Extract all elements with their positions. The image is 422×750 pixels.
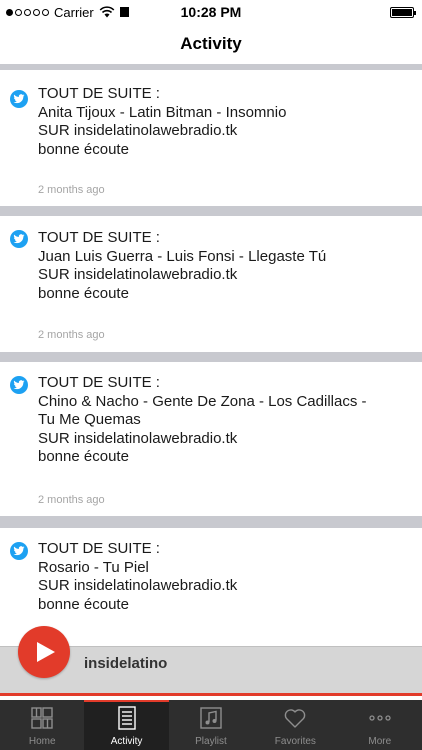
tab-more[interactable]: More	[338, 700, 422, 750]
twitter-icon	[10, 376, 28, 394]
tweet-text: TOUT DE SUITE : Rosario - Tu Piel SUR in…	[38, 540, 238, 613]
page-title: Activity	[180, 34, 242, 53]
music-note-icon	[200, 707, 222, 729]
tweet-text: TOUT DE SUITE : Chino & Nacho - Gente De…	[38, 374, 367, 465]
feed-item[interactable]: TOUT DE SUITE : Juan Luis Guerra - Luis …	[0, 216, 422, 352]
tab-home[interactable]: Home	[0, 700, 84, 750]
stop-icon	[119, 7, 129, 17]
tab-activity[interactable]: Activity	[84, 700, 170, 750]
carrier-label: Carrier	[54, 4, 94, 20]
twitter-icon	[10, 90, 28, 108]
wifi-icon	[99, 6, 115, 18]
grid-icon	[31, 707, 53, 729]
tab-bar: Home Activity Playlist Favorites More	[0, 700, 422, 750]
feed-item[interactable]: TOUT DE SUITE : Chino & Nacho - Gente De…	[0, 362, 422, 516]
tab-label: Favorites	[274, 736, 316, 747]
tab-favorites[interactable]: Favorites	[253, 700, 337, 750]
more-dots-icon	[369, 715, 391, 721]
tweet-text: TOUT DE SUITE : Juan Luis Guerra - Luis …	[38, 229, 327, 302]
activity-feed[interactable]: TOUT DE SUITE : Anita Tijoux - Latin Bit…	[0, 64, 422, 696]
timestamp: 2 months ago	[38, 329, 105, 341]
timestamp: 2 months ago	[38, 494, 105, 506]
status-bar: Carrier 10:28 PM	[0, 0, 422, 24]
tab-label: Playlist	[195, 736, 227, 747]
tab-label: More	[368, 736, 392, 747]
twitter-icon	[10, 542, 28, 560]
tweet-text: TOUT DE SUITE : Anita Tijoux - Latin Bit…	[38, 85, 287, 158]
feed-item[interactable]: TOUT DE SUITE : Anita Tijoux - Latin Bit…	[0, 70, 422, 206]
timestamp: 2 months ago	[38, 184, 105, 196]
signal-strength-icon	[6, 8, 49, 16]
play-button[interactable]	[18, 626, 70, 678]
twitter-icon	[10, 230, 28, 248]
play-icon	[36, 642, 55, 662]
battery-icon	[390, 7, 416, 18]
tab-playlist[interactable]: Playlist	[169, 700, 253, 750]
heart-icon	[285, 709, 306, 728]
tab-label: Home	[28, 736, 56, 747]
list-icon	[117, 706, 136, 730]
tab-label: Activity	[110, 736, 143, 747]
station-name: insidelatino	[84, 655, 168, 672]
